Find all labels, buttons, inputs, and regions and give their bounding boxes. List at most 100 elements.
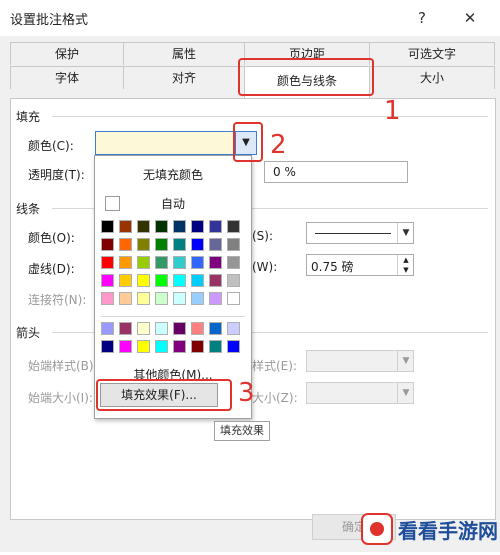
- annotation-number-2: 2: [270, 130, 287, 160]
- begin-style-label: 始端样式(B): [28, 359, 94, 373]
- color-swatch[interactable]: [173, 238, 186, 251]
- color-swatch[interactable]: [191, 340, 204, 353]
- color-swatch[interactable]: [155, 256, 168, 269]
- color-swatch[interactable]: [227, 220, 240, 233]
- help-button[interactable]: ?: [410, 6, 434, 30]
- color-swatch[interactable]: [209, 238, 222, 251]
- tab-alignment[interactable]: 对齐: [123, 66, 245, 89]
- main-palette: [101, 220, 247, 312]
- fill-section-title: 填充: [16, 110, 41, 124]
- color-swatch[interactable]: [227, 322, 240, 335]
- line-style-select[interactable]: ▼: [306, 222, 414, 244]
- color-swatch[interactable]: [137, 274, 150, 287]
- color-swatch[interactable]: [137, 292, 150, 305]
- annotation-number-3: 3: [238, 378, 255, 408]
- color-swatch[interactable]: [155, 340, 168, 353]
- end-size-select[interactable]: ▼: [306, 382, 414, 404]
- color-swatch[interactable]: [101, 220, 114, 233]
- line-weight-input[interactable]: 0.75 磅 ▲ ▼: [306, 254, 414, 276]
- color-swatch[interactable]: [101, 292, 114, 305]
- dash-label: 虚线(D):: [28, 262, 75, 276]
- color-swatch[interactable]: [137, 256, 150, 269]
- close-button[interactable]: ✕: [458, 6, 482, 30]
- tab-properties[interactable]: 属性: [123, 42, 245, 65]
- chevron-down-icon: ▼: [397, 223, 414, 243]
- annotation-number-1: 1: [384, 96, 401, 126]
- chevron-down-icon: ▼: [397, 383, 414, 403]
- line-color-label: 颜色(O):: [28, 231, 75, 245]
- color-swatch[interactable]: [155, 220, 168, 233]
- color-swatch[interactable]: [119, 292, 132, 305]
- color-swatch[interactable]: [155, 322, 168, 335]
- transparency-value: 0 %: [273, 165, 296, 179]
- transparency-label: 透明度(T):: [28, 168, 85, 182]
- color-swatch[interactable]: [227, 238, 240, 251]
- color-swatch[interactable]: [155, 274, 168, 287]
- color-swatch[interactable]: [173, 274, 186, 287]
- color-swatch[interactable]: [137, 238, 150, 251]
- color-swatch[interactable]: [209, 340, 222, 353]
- line-style-label: (S):: [252, 229, 274, 243]
- color-swatch[interactable]: [119, 274, 132, 287]
- color-swatch[interactable]: [173, 322, 186, 335]
- begin-size-label: 始端大小(I):: [28, 391, 93, 405]
- color-swatch[interactable]: [191, 322, 204, 335]
- arrows-section-title: 箭头: [16, 326, 41, 340]
- color-swatch[interactable]: [209, 292, 222, 305]
- color-swatch[interactable]: [173, 292, 186, 305]
- color-swatch[interactable]: [173, 340, 186, 353]
- color-swatch[interactable]: [191, 292, 204, 305]
- color-swatch[interactable]: [119, 322, 132, 335]
- color-swatch[interactable]: [119, 256, 132, 269]
- spinner-icon[interactable]: ▲ ▼: [397, 255, 414, 275]
- color-swatch[interactable]: [119, 238, 132, 251]
- color-swatch[interactable]: [101, 274, 114, 287]
- tab-font[interactable]: 字体: [10, 66, 124, 89]
- fill-color-field[interactable]: [95, 131, 235, 155]
- fill-effects-tooltip: 填充效果: [214, 421, 270, 441]
- line-weight-value: 0.75 磅: [311, 260, 354, 274]
- color-swatch[interactable]: [209, 274, 222, 287]
- color-swatch[interactable]: [101, 322, 114, 335]
- chevron-down-icon: ▼: [397, 351, 414, 371]
- color-swatch[interactable]: [191, 256, 204, 269]
- watermark-logo: 看看手游网: [360, 508, 500, 552]
- end-style-select[interactable]: ▼: [306, 350, 414, 372]
- color-swatch[interactable]: [191, 220, 204, 233]
- color-swatch[interactable]: [137, 322, 150, 335]
- color-swatch[interactable]: [119, 340, 132, 353]
- color-swatch[interactable]: [191, 238, 204, 251]
- color-swatch[interactable]: [101, 256, 114, 269]
- color-swatch[interactable]: [191, 274, 204, 287]
- color-swatch[interactable]: [227, 340, 240, 353]
- color-swatch[interactable]: [209, 220, 222, 233]
- color-swatch[interactable]: [101, 340, 114, 353]
- annotation-box-2: [233, 122, 263, 162]
- color-swatch[interactable]: [155, 238, 168, 251]
- color-swatch[interactable]: [209, 322, 222, 335]
- tab-alt-text[interactable]: 可选文字: [369, 42, 495, 65]
- watermark-text: 看看手游网: [398, 519, 498, 543]
- automatic-option[interactable]: 自动: [95, 195, 251, 212]
- transparency-input[interactable]: 0 %: [264, 161, 408, 183]
- color-swatch[interactable]: [209, 256, 222, 269]
- color-swatch[interactable]: [119, 220, 132, 233]
- color-swatch[interactable]: [173, 256, 186, 269]
- tab-size[interactable]: 大小: [369, 66, 495, 89]
- color-swatch[interactable]: [173, 220, 186, 233]
- color-swatch[interactable]: [137, 340, 150, 353]
- color-swatch[interactable]: [137, 220, 150, 233]
- connector-label: 连接符(N):: [28, 293, 87, 307]
- palette-separator: [101, 316, 245, 317]
- chart-palette: [101, 322, 247, 360]
- title-bar: 设置批注格式 ? ✕: [0, 0, 500, 36]
- color-swatch[interactable]: [227, 274, 240, 287]
- color-swatch[interactable]: [155, 292, 168, 305]
- color-swatch[interactable]: [227, 256, 240, 269]
- tab-protection[interactable]: 保护: [10, 42, 124, 65]
- line-weight-label: (W):: [252, 260, 278, 274]
- color-swatch[interactable]: [101, 238, 114, 251]
- window-title: 设置批注格式: [10, 13, 89, 28]
- color-swatch[interactable]: [227, 292, 240, 305]
- no-fill-option[interactable]: 无填充颜色: [95, 166, 251, 183]
